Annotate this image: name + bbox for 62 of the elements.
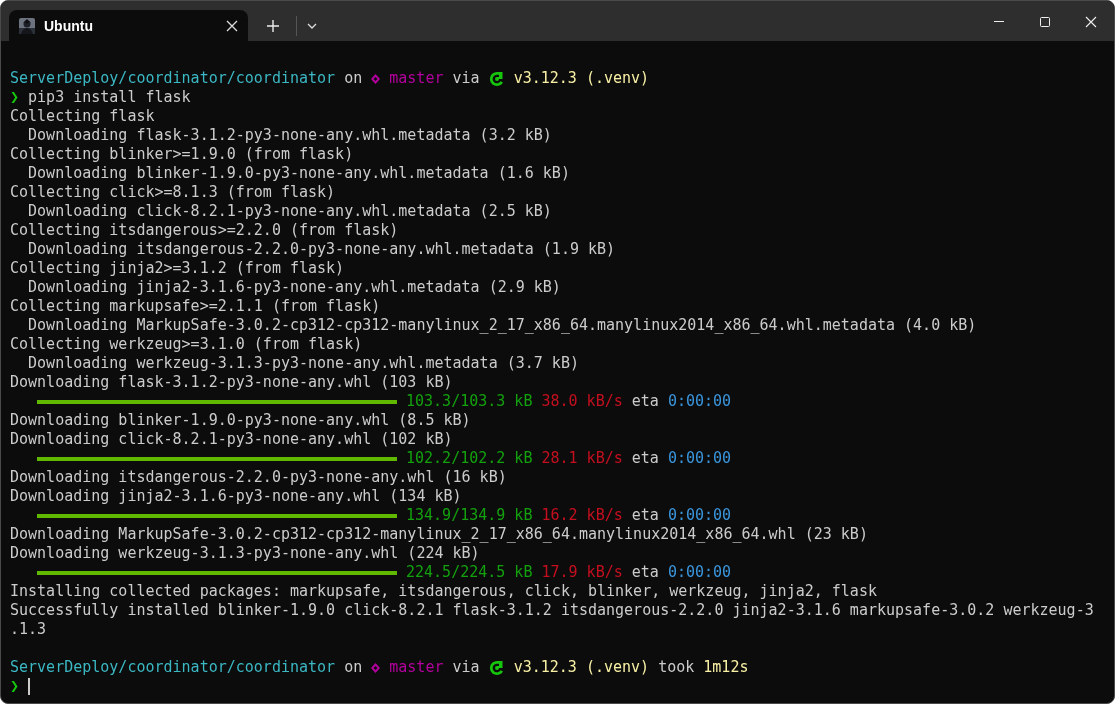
output-line: Downloading flask-3.1.2-py3-none-any.whl (103 kB)	[10, 373, 453, 392]
snake-icon	[488, 70, 505, 87]
output-line: Downloading jinja2-3.1.6-py3-none-any.whl.metadata (2.9 kB)	[27, 278, 561, 297]
output-line: Downloading jinja2-3.1.6-py3-none-any.whl (134 kB)	[10, 487, 462, 506]
download-size: 134.9/134.9 kB	[406, 506, 533, 525]
output-line: Downloading flask-3.1.2-py3-none-any.whl.metadata (3.2 kB)	[27, 126, 552, 145]
output-line: Downloading itsdangerous-2.2.0-py3-none-any.whl.metadata (1.9 kB)	[27, 240, 616, 259]
download-speed: 38.0 kB/s	[541, 392, 623, 411]
text-cursor	[28, 678, 31, 695]
eta-label: eta	[631, 563, 659, 582]
output-line: Downloading click-8.2.1-py3-none-any.whl.metadata (2.5 kB)	[27, 202, 552, 221]
output-line: Downloading MarkupSafe-3.0.2-cp312-cp312-manylinux_2_17_x86_64.manylinux2014_x86_64.whl (23 kB)	[10, 525, 868, 544]
download-size: 103.3/103.3 kB	[406, 392, 533, 411]
git-branch: master	[389, 69, 444, 88]
directory-path: ServerDeploy/coordinator/coordinator	[10, 69, 336, 88]
eta-time: 0:00:00	[667, 563, 732, 582]
prompt-text: on	[344, 658, 363, 677]
eta-label: eta	[631, 449, 659, 468]
output-line: Downloading blinker-1.9.0-py3-none-any.whl (8.5 kB)	[10, 411, 471, 430]
python-version: v3.12.3 (.venv)	[513, 69, 650, 88]
branch-icon	[371, 662, 381, 673]
output-line: Collecting flask	[10, 107, 155, 126]
eta-label: eta	[631, 392, 659, 411]
output-line: Collecting werkzeug>=3.1.0 (from flask)	[10, 335, 363, 354]
prompt-text: took	[658, 658, 695, 677]
output-line: Collecting click>=8.1.3 (from flask)	[10, 183, 336, 202]
output-line: Installing collected packages: markupsafe, itsdangerous, click, blinker, werkzeug, jinja2, flask	[10, 582, 877, 601]
output-line: Downloading MarkupSafe-3.0.2-cp312-cp312-manylinux_2_17_x86_64.manylinux2014_x86_64.whl.metadata (4.0 kB)	[27, 316, 977, 335]
duration: 1m12s	[703, 658, 749, 677]
output-line: Downloading werkzeug-3.1.3-py3-none-any.whl.metadata (3.7 kB)	[27, 354, 579, 373]
prompt-text: on	[344, 69, 363, 88]
eta-time: 0:00:00	[667, 392, 732, 411]
git-branch: master	[389, 658, 444, 677]
terminal-tab[interactable]: Ubuntu	[9, 10, 248, 41]
eta-time: 0:00:00	[667, 449, 732, 468]
output-line: Collecting blinker>=1.9.0 (from flask)	[10, 145, 354, 164]
output-line: Downloading werkzeug-3.1.3-py3-none-any.whl (224 kB)	[10, 544, 480, 563]
output-line: Collecting jinja2>=3.1.2 (from flask)	[10, 259, 345, 278]
output-line: Collecting markupsafe>=2.1.1 (from flask)	[10, 297, 381, 316]
branch-icon	[371, 73, 381, 84]
prompt-text: via	[452, 658, 480, 677]
prompt-symbol: ❯	[10, 677, 20, 696]
directory-path: ServerDeploy/coordinator/coordinator	[10, 658, 336, 677]
output-line: Successfully installed blinker-1.9.0 click-8.2.1 flask-3.1.2 itsdangerous-2.2.0 jinja2-3.1.6 markupsafe-3.0.2 werkzeug-3	[10, 601, 1094, 620]
output-line: Collecting itsdangerous>=2.2.0 (from flask)	[10, 221, 399, 240]
output-line: Downloading click-8.2.1-py3-none-any.whl (102 kB)	[10, 430, 453, 449]
output-line: .1.3	[10, 620, 47, 639]
output-line: Downloading blinker-1.9.0-py3-none-any.whl.metadata (1.6 kB)	[27, 164, 570, 183]
download-speed: 17.9 kB/s	[541, 563, 623, 582]
eta-time: 0:00:00	[667, 506, 732, 525]
download-speed: 16.2 kB/s	[541, 506, 623, 525]
python-version: v3.12.3 (.venv)	[513, 658, 650, 677]
prompt-symbol: ❯	[10, 88, 20, 107]
prompt-text: via	[452, 69, 480, 88]
download-size: 224.5/224.5 kB	[406, 563, 533, 582]
snake-icon	[488, 659, 505, 676]
command-text: pip3 install flask	[28, 88, 191, 107]
download-size: 102.2/102.2 kB	[406, 449, 533, 468]
eta-label: eta	[631, 506, 659, 525]
download-speed: 28.1 kB/s	[541, 449, 623, 468]
output-line: Downloading itsdangerous-2.2.0-py3-none-any.whl (16 kB)	[10, 468, 507, 487]
close-icon[interactable]	[226, 19, 238, 32]
